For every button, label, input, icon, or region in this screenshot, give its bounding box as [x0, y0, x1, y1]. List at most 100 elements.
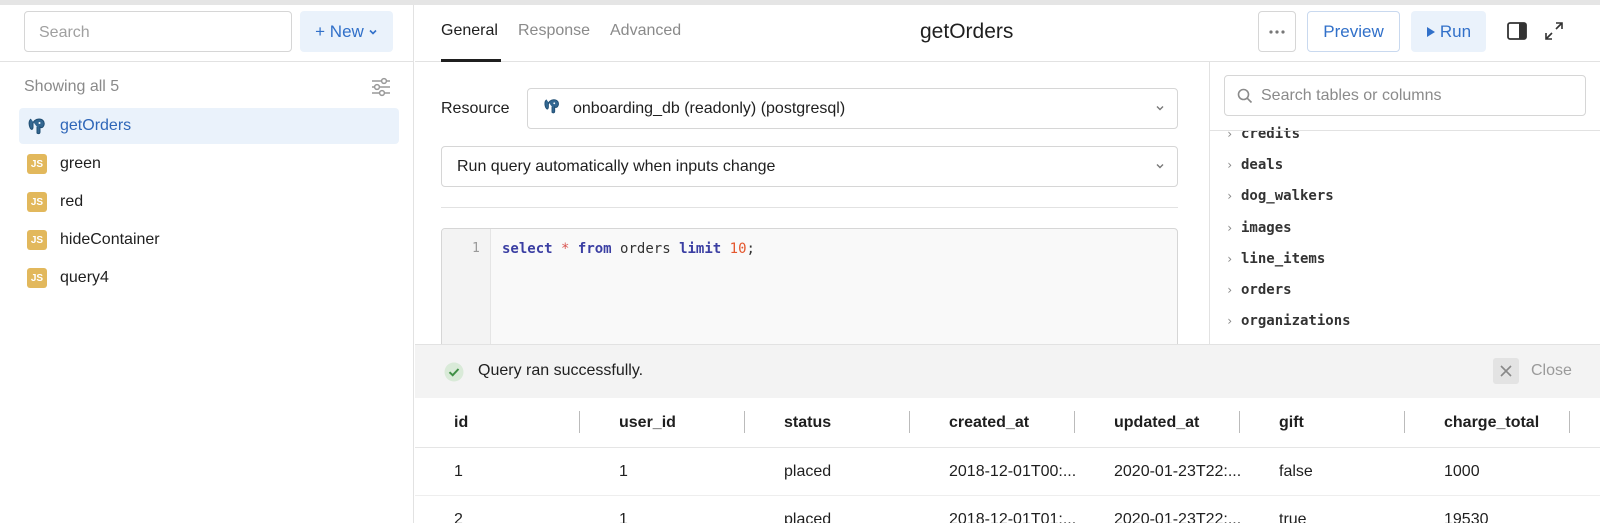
- ellipsis-icon: [1269, 29, 1285, 34]
- table-cell: true: [1279, 510, 1307, 523]
- sql-code-line: select * from orders limit 10;: [502, 241, 755, 257]
- new-query-button[interactable]: + New: [300, 11, 393, 52]
- table-cell: 19530: [1444, 510, 1489, 523]
- run-button[interactable]: Run: [1411, 11, 1486, 52]
- schema-table-item[interactable]: › orders: [1226, 274, 1586, 305]
- chevron-right-icon: ›: [1226, 251, 1234, 266]
- query-list: getOrders JS green JS red JS hideContain…: [19, 108, 399, 298]
- column-header[interactable]: gift: [1240, 398, 1405, 447]
- schema-table-list: › credits › deals › dog_walkers › images › li…: [1226, 118, 1586, 337]
- chevron-down-icon: [1156, 164, 1164, 169]
- query-item-label: query4: [60, 269, 109, 286]
- column-header[interactable]: status: [745, 398, 910, 447]
- query-list-header: Search + New: [0, 5, 413, 62]
- table-cell: false: [1279, 462, 1313, 480]
- resource-select-value: onboarding_db (readonly) (postgresql): [573, 99, 846, 117]
- close-icon: [1500, 365, 1512, 377]
- toggle-panel-icon[interactable]: [1507, 22, 1527, 40]
- form-divider: [441, 207, 1178, 208]
- column-header[interactable]: created_at: [910, 398, 1075, 447]
- close-results-button[interactable]: [1493, 358, 1519, 384]
- expand-icon[interactable]: [1545, 22, 1563, 40]
- table-cell: 2020-01-23T22:...: [1114, 462, 1240, 480]
- query-item-label: red: [60, 193, 84, 210]
- results-panel: Query ran successfully. Close id user_id…: [415, 344, 1600, 523]
- run-trigger-value: Run query automatically when inputs chan…: [457, 157, 776, 175]
- run-trigger-select[interactable]: Run query automatically when inputs chan…: [441, 146, 1178, 187]
- table-cell: 2020-01-23T22:...: [1114, 510, 1240, 523]
- query-item-label: green: [60, 155, 101, 172]
- chevron-down-icon: [369, 29, 377, 35]
- run-button-label: Run: [1439, 21, 1472, 41]
- query-item-getorders[interactable]: getOrders: [19, 108, 399, 144]
- chevron-right-icon: ›: [1226, 220, 1234, 235]
- chevron-down-icon: [1156, 106, 1164, 111]
- more-options-button[interactable]: [1258, 11, 1296, 52]
- query-item-query4[interactable]: JS query4: [19, 260, 399, 296]
- schema-table-item[interactable]: › deals: [1226, 149, 1586, 180]
- chevron-right-icon: ›: [1226, 126, 1234, 141]
- results-table: id user_id status created_at updated_at …: [415, 398, 1600, 523]
- play-icon: [1426, 26, 1435, 37]
- column-header[interactable]: id: [415, 398, 580, 447]
- query-item-green[interactable]: JS green: [19, 146, 399, 182]
- schema-browser: Search tables or columns › credits › deals…: [1209, 62, 1600, 344]
- column-header[interactable]: user_id: [580, 398, 745, 447]
- js-icon: JS: [27, 154, 47, 174]
- table-header-row: id user_id status created_at updated_at …: [415, 398, 1600, 448]
- query-item-hidecontainer[interactable]: JS hideContainer: [19, 222, 399, 258]
- status-message: Query ran successfully.: [478, 362, 644, 379]
- resource-label: Resource: [441, 100, 510, 117]
- query-item-label: getOrders: [60, 117, 132, 134]
- close-results-label[interactable]: Close: [1531, 362, 1572, 380]
- showing-count: Showing all 5: [24, 78, 120, 95]
- schema-search-input[interactable]: Search tables or columns: [1224, 75, 1586, 116]
- column-header[interactable]: charge_total: [1405, 398, 1570, 447]
- query-item-red[interactable]: JS red: [19, 184, 399, 220]
- new-button-label: + New: [315, 21, 364, 41]
- schema-table-item[interactable]: › images: [1226, 212, 1586, 243]
- column-header[interactable]: updated_at: [1075, 398, 1240, 447]
- check-circle-icon: [444, 362, 464, 382]
- tab-response[interactable]: Response: [518, 22, 590, 40]
- schema-search-placeholder: Search tables or columns: [1261, 86, 1442, 104]
- filter-icon[interactable]: [370, 77, 392, 97]
- schema-table-item[interactable]: › organizations: [1226, 306, 1586, 337]
- query-status-bar: Query ran successfully. Close: [415, 345, 1600, 398]
- chevron-right-icon: ›: [1226, 157, 1234, 172]
- table-cell: 1: [454, 462, 463, 480]
- preview-button[interactable]: Preview: [1307, 11, 1400, 52]
- table-cell: 2018-12-01T01:...: [949, 510, 1075, 523]
- table-cell: 2: [454, 510, 463, 523]
- table-cell: 2018-12-01T00:...: [949, 462, 1075, 480]
- schema-table-item[interactable]: › line_items: [1226, 243, 1586, 274]
- chevron-right-icon: ›: [1226, 283, 1234, 298]
- js-icon: JS: [27, 230, 47, 250]
- js-icon: JS: [27, 192, 47, 212]
- query-search-input[interactable]: Search: [24, 11, 292, 52]
- line-gutter: [442, 229, 491, 347]
- tab-general[interactable]: General: [441, 22, 498, 40]
- table-row[interactable]: 2 1 placed 2018-12-01T01:... 2020-01-23T…: [415, 496, 1600, 523]
- postgresql-icon: [27, 116, 47, 136]
- line-number: 1: [472, 241, 480, 256]
- table-cell: 1000: [1444, 462, 1480, 480]
- postgresql-icon: [543, 97, 561, 120]
- chevron-right-icon: ›: [1226, 189, 1234, 204]
- sql-code-editor[interactable]: 1 select * from orders limit 10;: [441, 228, 1178, 348]
- search-icon: [1237, 88, 1253, 103]
- schema-table-item[interactable]: › credits: [1226, 118, 1586, 149]
- general-tab-content: Resource onboarding_db (readonly) (postg…: [415, 62, 1209, 348]
- schema-table-item[interactable]: › dog_walkers: [1226, 181, 1586, 212]
- table-cell: 1: [619, 510, 628, 523]
- table-cell: placed: [784, 510, 832, 523]
- chevron-right-icon: ›: [1226, 314, 1234, 329]
- table-row[interactable]: 1 1 placed 2018-12-01T00:... 2020-01-23T…: [415, 448, 1600, 496]
- table-cell: 1: [619, 462, 628, 480]
- query-title[interactable]: getOrders: [920, 20, 1013, 44]
- tab-advanced[interactable]: Advanced: [610, 22, 681, 40]
- query-editor-header: General Response Advanced getOrders Prev…: [415, 5, 1600, 62]
- resource-select[interactable]: onboarding_db (readonly) (postgresql): [527, 88, 1178, 129]
- query-item-label: hideContainer: [60, 231, 160, 248]
- js-icon: JS: [27, 268, 47, 288]
